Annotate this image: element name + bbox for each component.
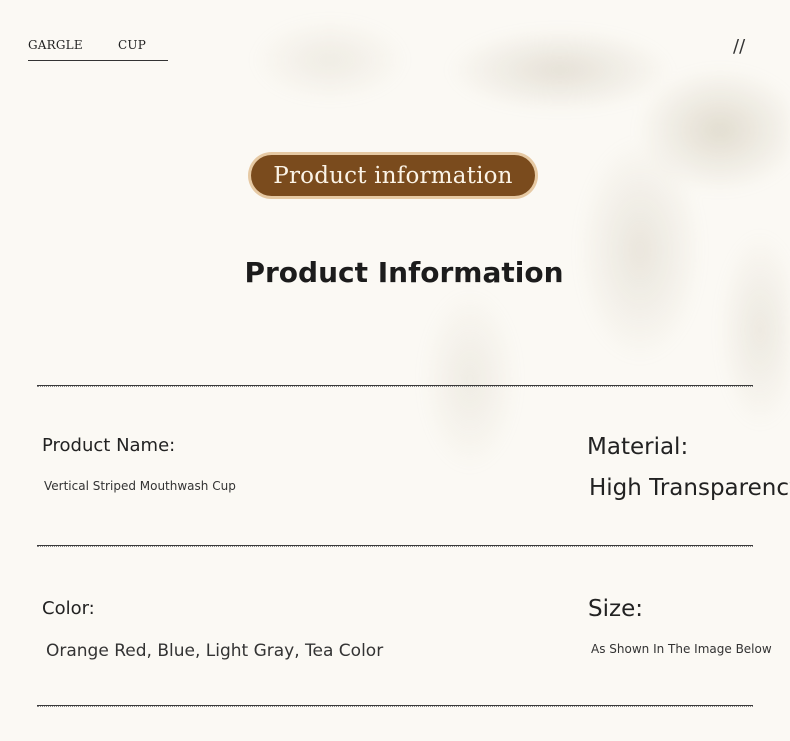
size-label: Size: [588, 596, 643, 622]
nav-label-gargle: GARGLE [28, 38, 83, 52]
size-value: As Shown In The Image Below [591, 642, 772, 656]
divider-middle [37, 545, 753, 547]
section-banner-label: Product information [251, 155, 535, 196]
divider-bottom [37, 705, 753, 707]
material-label: Material: [587, 434, 689, 460]
section-banner: Product information [248, 152, 538, 199]
top-nav: GARGLE CUP [28, 38, 168, 61]
product-name-label: Product Name: [42, 435, 176, 456]
leaf-shadow-background [0, 0, 790, 741]
color-value: Orange Red, Blue, Light Gray, Tea Color [46, 641, 384, 661]
divider-top [37, 385, 753, 387]
nav-label-cup: CUP [118, 38, 146, 52]
color-label: Color: [42, 598, 95, 619]
material-value: High Transparency [589, 475, 790, 501]
slash-mark: // [733, 36, 746, 57]
product-name-value: Vertical Striped Mouthwash Cup [44, 479, 236, 493]
page-title: Product Information [244, 256, 564, 289]
